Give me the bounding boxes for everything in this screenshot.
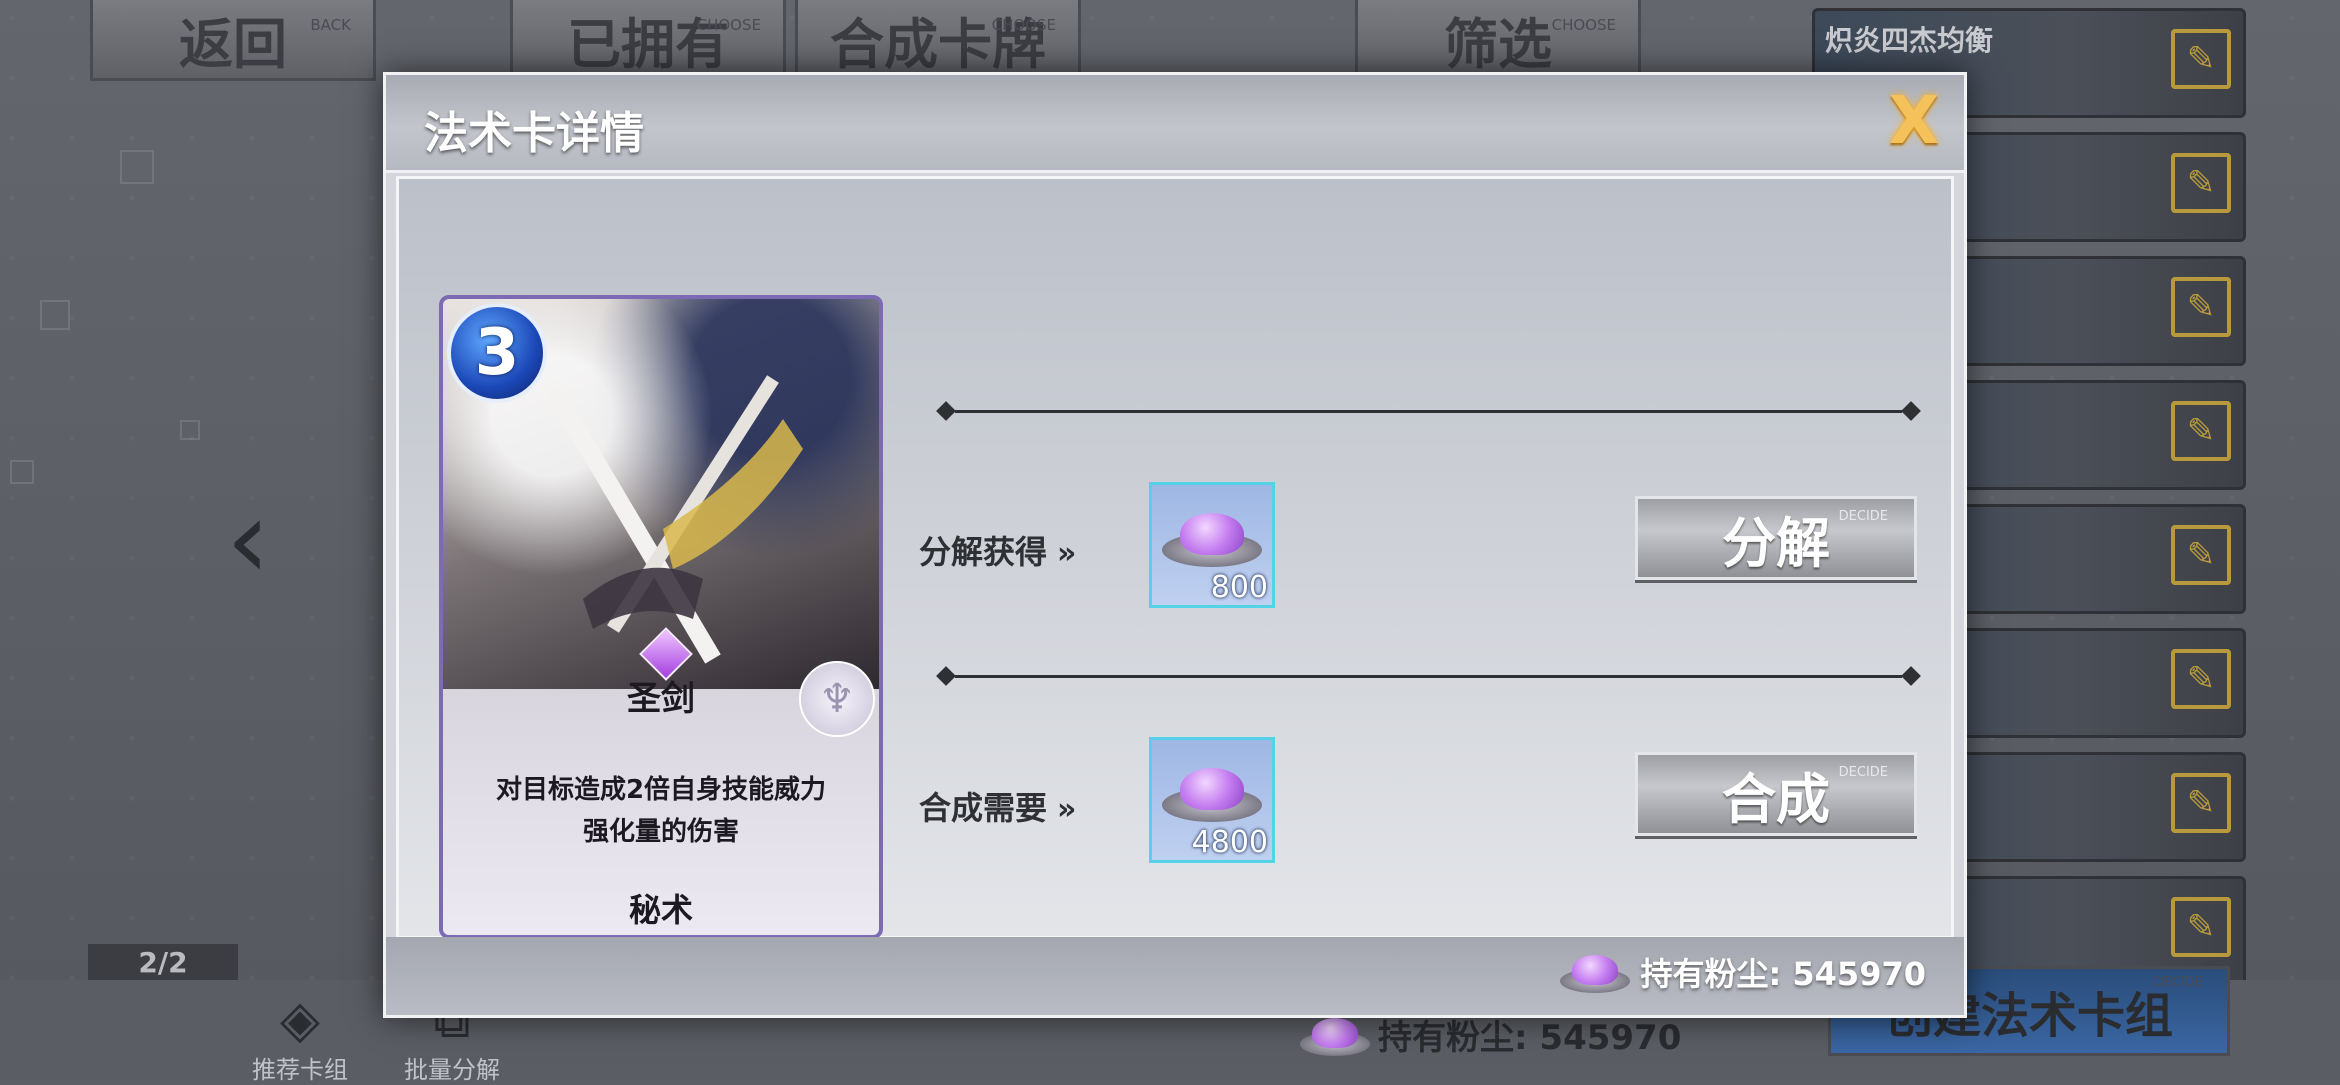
chevron-right-icon: »: [1057, 536, 1077, 571]
card-description: 对目标造成2倍自身技能威力强化量的伤害: [495, 775, 827, 847]
synthesize-dust-item: 4800: [1149, 737, 1275, 863]
bg-decoration: [120, 150, 154, 184]
dust-icon: [1560, 951, 1631, 993]
edit-icon[interactable]: ✎: [2171, 525, 2231, 585]
synthesize-button-label: 合成: [1722, 767, 1830, 831]
page-indicator: 2/2: [88, 944, 238, 980]
owned-dust-text: 持有粉尘: 545970: [1640, 955, 1926, 993]
card-cost: 3: [447, 303, 547, 403]
chevron-right-icon: »: [1057, 792, 1077, 827]
tab-owned[interactable]: 已拥有 CHOOSE: [510, 0, 786, 81]
decompose-button-label: 分解: [1722, 511, 1830, 575]
edit-icon[interactable]: ✎: [2171, 649, 2231, 709]
back-button-sub: BACK: [310, 16, 351, 34]
owned-dust-counter: 持有粉尘: 545970: [1560, 949, 1926, 995]
back-button-label: 返回: [179, 12, 287, 76]
decompose-label-text: 分解获得: [919, 533, 1048, 571]
bg-decoration: [40, 300, 70, 330]
dialog-header: 法术卡详情 X: [386, 75, 1964, 173]
dialog-body: 3 ♆ 圣剑 对目标造成2倍自身技能威力强化量的伤害 秘术 分解获得» 800 …: [396, 176, 1954, 939]
dust-icon: [1162, 762, 1262, 822]
dialog-footer: 持有粉尘: 545970: [386, 937, 1964, 1015]
dialog-title: 法术卡详情: [424, 108, 644, 159]
decompose-button-sub: DECIDE: [1838, 509, 1888, 524]
tab-synthesize-sub: CHOOSE: [991, 16, 1056, 34]
tab-owned-sub: CHOOSE: [696, 16, 761, 34]
spell-card-detail-dialog: 法术卡详情 X 3 ♆ 圣剑 对目标造成2倍自身技能威力强化量的伤害 秘术 分解…: [383, 72, 1967, 1018]
decompose-button[interactable]: 分解 DECIDE: [1635, 496, 1917, 580]
back-button[interactable]: 返回 BACK: [90, 0, 376, 81]
decompose-dust-quantity: 800: [1210, 570, 1268, 605]
spell-card: 3 ♆ 圣剑 对目标造成2倍自身技能威力强化量的伤害 秘术: [439, 295, 883, 939]
tab-filter-sub: CHOOSE: [1551, 16, 1616, 34]
synthesize-label: 合成需要 »: [919, 783, 1076, 829]
divider: [931, 400, 1926, 422]
decompose-label: 分解获得 »: [919, 527, 1076, 573]
edit-icon[interactable]: ✎: [2171, 773, 2231, 833]
close-icon[interactable]: X: [1882, 88, 1946, 154]
dust-icon: [1162, 507, 1262, 567]
divider: [931, 665, 1926, 687]
edit-icon[interactable]: ✎: [2171, 401, 2231, 461]
tab-synthesize-cards[interactable]: 合成卡牌 CHOOSE: [795, 0, 1081, 81]
deck-title: 炽炎四杰均衡: [1825, 24, 1994, 57]
synthesize-label-text: 合成需要: [919, 789, 1048, 827]
tab-filter[interactable]: 筛选 CHOOSE: [1355, 0, 1641, 81]
recommended-decks-icon: ◈: [280, 990, 320, 1050]
previous-page-arrow-icon[interactable]: ‹: [226, 484, 270, 594]
card-category: 秘术: [628, 891, 693, 929]
card-name: 圣剑: [627, 679, 695, 719]
create-spell-deck-sub: DECIDE: [2153, 975, 2203, 990]
edit-icon[interactable]: ✎: [2171, 29, 2231, 89]
bg-decoration: [180, 420, 200, 440]
tab-owned-label: 已拥有: [567, 12, 729, 76]
edit-icon[interactable]: ✎: [2171, 153, 2231, 213]
tab-filter-label: 筛选: [1444, 12, 1552, 76]
tab-synthesize-label: 合成卡牌: [830, 12, 1046, 76]
synthesize-button-sub: DECIDE: [1838, 765, 1888, 780]
decompose-dust-item: 800: [1149, 482, 1275, 608]
dust-icon: [1300, 1014, 1370, 1056]
synthesize-button[interactable]: 合成 DECIDE: [1635, 752, 1917, 836]
recommended-decks-button[interactable]: ◈ 推荐卡组: [240, 990, 360, 1085]
edit-icon[interactable]: ✎: [2171, 277, 2231, 337]
edit-icon[interactable]: ✎: [2171, 897, 2231, 957]
bg-decoration: [10, 460, 34, 484]
synthesize-dust-quantity: 4800: [1191, 825, 1268, 860]
